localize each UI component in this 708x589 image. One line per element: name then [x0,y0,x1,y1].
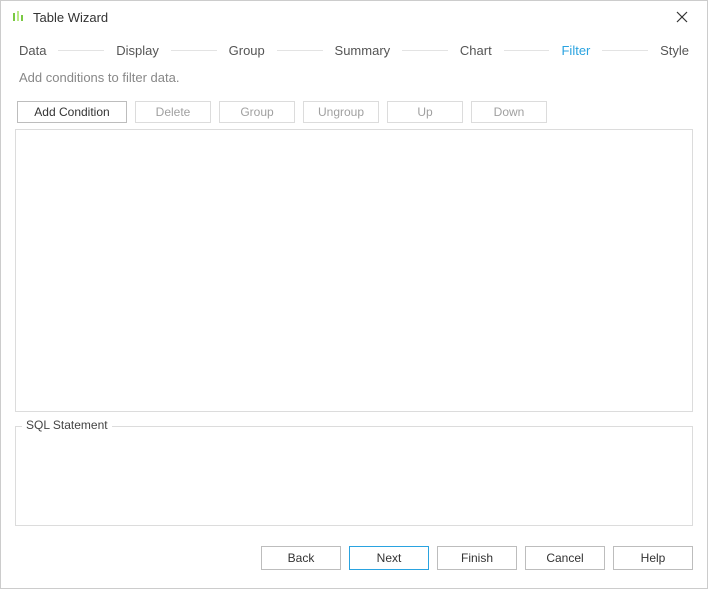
delete-button[interactable]: Delete [135,101,211,123]
sql-statement-group: SQL Statement [15,426,693,526]
main-panel: Add Condition Delete Group Ungroup Up Do… [1,97,707,532]
sql-statement-label: SQL Statement [22,418,112,432]
ungroup-button[interactable]: Ungroup [303,101,379,123]
step-separator [58,50,104,51]
conditions-toolbar: Add Condition Delete Group Ungroup Up Do… [17,101,693,123]
step-chart[interactable]: Chart [458,43,494,58]
app-icon [11,10,25,24]
step-filter[interactable]: Filter [559,43,592,58]
close-button[interactable] [667,11,697,23]
finish-button[interactable]: Finish [437,546,517,570]
step-description: Add conditions to filter data. [1,62,707,97]
up-button[interactable]: Up [387,101,463,123]
close-icon [676,11,688,23]
step-style[interactable]: Style [658,43,691,58]
add-condition-button[interactable]: Add Condition [17,101,127,123]
wizard-steps: Data Display Group Summary Chart Filter … [1,31,707,62]
group-button[interactable]: Group [219,101,295,123]
step-separator [602,50,648,51]
step-separator [402,50,448,51]
wizard-footer: Back Next Finish Cancel Help [1,532,707,588]
step-separator [277,50,323,51]
conditions-list[interactable] [15,129,693,412]
next-button[interactable]: Next [349,546,429,570]
step-separator [171,50,217,51]
step-data[interactable]: Data [17,43,48,58]
title-bar: Table Wizard [1,1,707,31]
window-title: Table Wizard [33,10,667,25]
cancel-button[interactable]: Cancel [525,546,605,570]
down-button[interactable]: Down [471,101,547,123]
step-group[interactable]: Group [227,43,267,58]
step-separator [504,50,550,51]
step-display[interactable]: Display [114,43,161,58]
back-button[interactable]: Back [261,546,341,570]
step-summary[interactable]: Summary [333,43,393,58]
help-button[interactable]: Help [613,546,693,570]
